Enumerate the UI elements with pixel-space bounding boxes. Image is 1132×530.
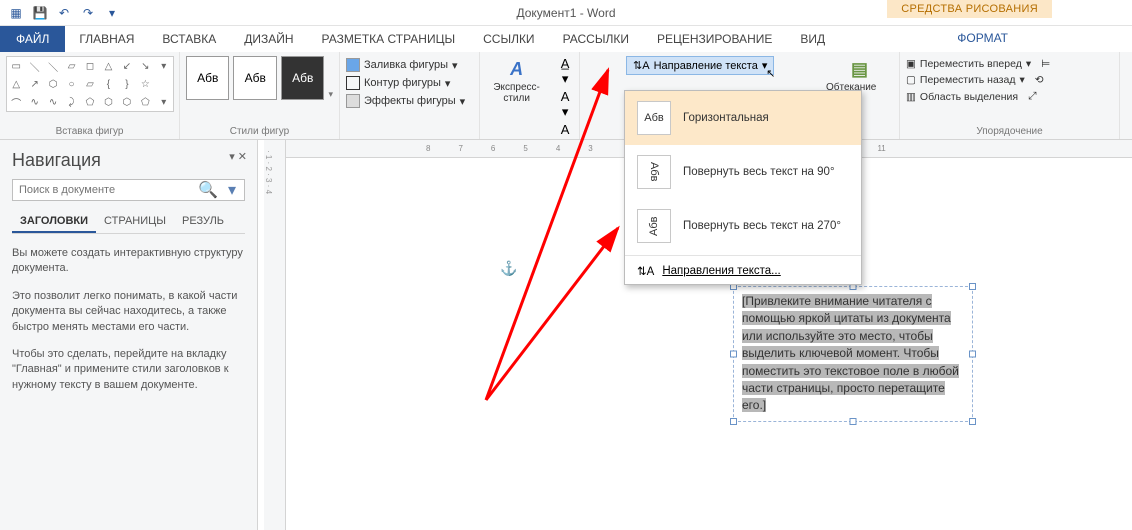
text-direction-icon: ⇅A [633, 59, 650, 72]
dd-separator [625, 255, 861, 256]
nav-paragraph-2: Это позволит легко понимать, в какой час… [12, 289, 245, 335]
dd-rotate-90[interactable]: Абв Повернуть весь текст на 90° [625, 145, 861, 199]
tab-home[interactable]: ГЛАВНАЯ [65, 26, 148, 52]
group-arrange: ▣Переместить вперед ▾ ⊨ ▢Переместить наз… [900, 52, 1120, 139]
save-icon[interactable]: 💾 [32, 5, 48, 21]
shape-fill-button[interactable]: Заливка фигуры ▾ [346, 56, 473, 74]
dd-rotate-270[interactable]: Абв Повернуть весь текст на 270° [625, 199, 861, 253]
tab-insert[interactable]: ВСТАВКА [148, 26, 230, 52]
group-label-styles-2 [346, 124, 473, 137]
navigation-tabs: ЗАГОЛОВКИ СТРАНИЦЫ РЕЗУЛЬ [12, 211, 245, 234]
nav-paragraph-1: Вы можете создать интерактивную структур… [12, 246, 245, 277]
text-direction-small-icon: ⇅A [637, 264, 654, 278]
nav-tab-pages[interactable]: СТРАНИЦЫ [96, 211, 174, 233]
quick-styles-button[interactable]: A Экспресс-стили [486, 56, 547, 104]
text-fill-icon[interactable]: A̲ ▾ [557, 56, 573, 87]
dd-rotate-270-icon: Абв [637, 209, 671, 243]
resize-handle-ne[interactable] [969, 283, 976, 290]
text-outline-icon[interactable]: A ▾ [557, 89, 573, 120]
selection-pane-button[interactable]: ▥Область выделения ⤢ [906, 88, 1113, 105]
navigation-close-button[interactable]: ▾ ✕ [229, 150, 247, 163]
nav-tab-headings[interactable]: ЗАГОЛОВКИ [12, 211, 96, 233]
qat-dropdown-icon[interactable]: ▾ [104, 5, 120, 21]
shape-effects-button[interactable]: Эффекты фигуры ▾ [346, 92, 473, 110]
group-label-styles: Стили фигур [186, 124, 333, 137]
search-input[interactable] [13, 180, 196, 200]
anchor-icon: ⚓ [500, 260, 517, 277]
resize-handle-se[interactable] [969, 418, 976, 425]
search-dropdown-icon[interactable]: ▾ [220, 180, 244, 200]
bring-forward-icon: ▣ [906, 58, 916, 70]
group-wordart: A Экспресс-стили A̲ ▾ A ▾ A ▾ Стили Word… [480, 52, 580, 139]
tab-page-layout[interactable]: РАЗМЕТКА СТРАНИЦЫ [308, 26, 470, 52]
quick-styles-icon: A [501, 56, 533, 82]
group-label-arrange: Упорядочение [906, 124, 1113, 137]
selection-pane-icon: ▥ [906, 91, 916, 103]
file-tab[interactable]: ФАЙЛ [0, 26, 65, 52]
style-sample-3[interactable]: Абв [281, 56, 324, 100]
group-insert-shapes: ▭＼＼▱◻△↙↘▾ △↗⬡○▱{}☆ ⌒∿∿⤸⬠⬡⬡⬠▾ Вставка фиг… [0, 52, 180, 139]
navigation-title: Навигация [12, 150, 245, 171]
dd-rotate-90-icon: Абв [637, 155, 671, 189]
redo-icon[interactable]: ↷ [80, 5, 96, 21]
undo-icon[interactable]: ↶ [56, 5, 72, 21]
tab-design[interactable]: ДИЗАЙН [230, 26, 307, 52]
tab-review[interactable]: РЕЦЕНЗИРОВАНИЕ [643, 26, 786, 52]
resize-handle-w[interactable] [730, 350, 737, 357]
ribbon: ▭＼＼▱◻△↙↘▾ △↗⬡○▱{}☆ ⌒∿∿⤸⬠⬡⬡⬠▾ Вставка фиг… [0, 52, 1132, 140]
tab-references[interactable]: ССЫЛКИ [469, 26, 548, 52]
resize-handle-s[interactable] [850, 418, 857, 425]
dd-horizontal[interactable]: Абв Горизонтальная [625, 91, 861, 145]
quick-access-toolbar: ▦ 💾 ↶ ↷ ▾ [0, 5, 128, 21]
dd-more-directions[interactable]: ⇅A Направления текста... [625, 258, 861, 284]
nav-paragraph-3: Чтобы это сделать, перейдите на вкладку … [12, 347, 245, 393]
ribbon-tabs: ФАЙЛ ГЛАВНАЯ ВСТАВКА ДИЗАЙН РАЗМЕТКА СТР… [0, 26, 1132, 52]
shapes-gallery[interactable]: ▭＼＼▱◻△↙↘▾ △↗⬡○▱{}☆ ⌒∿∿⤸⬠⬡⬡⬠▾ [6, 56, 174, 112]
nav-tab-results[interactable]: РЕЗУЛЬ [174, 211, 232, 233]
send-backward-icon: ▢ [906, 74, 916, 86]
selected-textbox[interactable]: [Привлеките внимание читателя с помощью … [733, 286, 973, 422]
resize-handle-sw[interactable] [730, 418, 737, 425]
navigation-search[interactable]: 🔍 ▾ [12, 179, 245, 201]
text-direction-button[interactable]: ⇅A Направление текста ▾ ↖ [626, 56, 774, 75]
navigation-panel: Навигация ▾ ✕ 🔍 ▾ ЗАГОЛОВКИ СТРАНИЦЫ РЕЗ… [0, 140, 258, 530]
tab-view[interactable]: ВИД [786, 26, 839, 52]
group-shape-fill: Заливка фигуры ▾ Контур фигуры ▾ Эффекты… [340, 52, 480, 139]
dd-horizontal-icon: Абв [637, 101, 671, 135]
style-sample-2[interactable]: Абв [233, 56, 276, 100]
text-direction-dropdown: Абв Горизонтальная Абв Повернуть весь те… [624, 90, 862, 285]
search-icon[interactable]: 🔍 [196, 180, 220, 200]
send-backward-button[interactable]: ▢Переместить назад ▾ ⟲ [906, 72, 1113, 88]
word-icon[interactable]: ▦ [8, 5, 24, 21]
wrap-text-icon: ▤ [844, 56, 876, 82]
tab-mailings[interactable]: РАССЫЛКИ [549, 26, 643, 52]
bring-forward-button[interactable]: ▣Переместить вперед ▾ ⊨ [906, 56, 1113, 72]
shape-outline-button[interactable]: Контур фигуры ▾ [346, 74, 473, 92]
style-sample-1[interactable]: Абв [186, 56, 229, 100]
style-gallery-expand-icon[interactable]: ▾ [328, 89, 333, 100]
navigation-body: Вы можете создать интерактивную структур… [12, 246, 245, 393]
group-label-shapes: Вставка фигур [6, 124, 173, 137]
resize-handle-e[interactable] [969, 350, 976, 357]
document-title: Документ1 - Word [516, 6, 615, 20]
vertical-ruler: · 1 · 2 · 3 · 4 [264, 140, 286, 530]
cursor-icon: ↖ [766, 67, 775, 80]
group-shape-styles: Абв Абв Абв ▾ Стили фигур [180, 52, 340, 139]
textbox-content[interactable]: [Привлеките внимание читателя с помощью … [742, 294, 959, 412]
